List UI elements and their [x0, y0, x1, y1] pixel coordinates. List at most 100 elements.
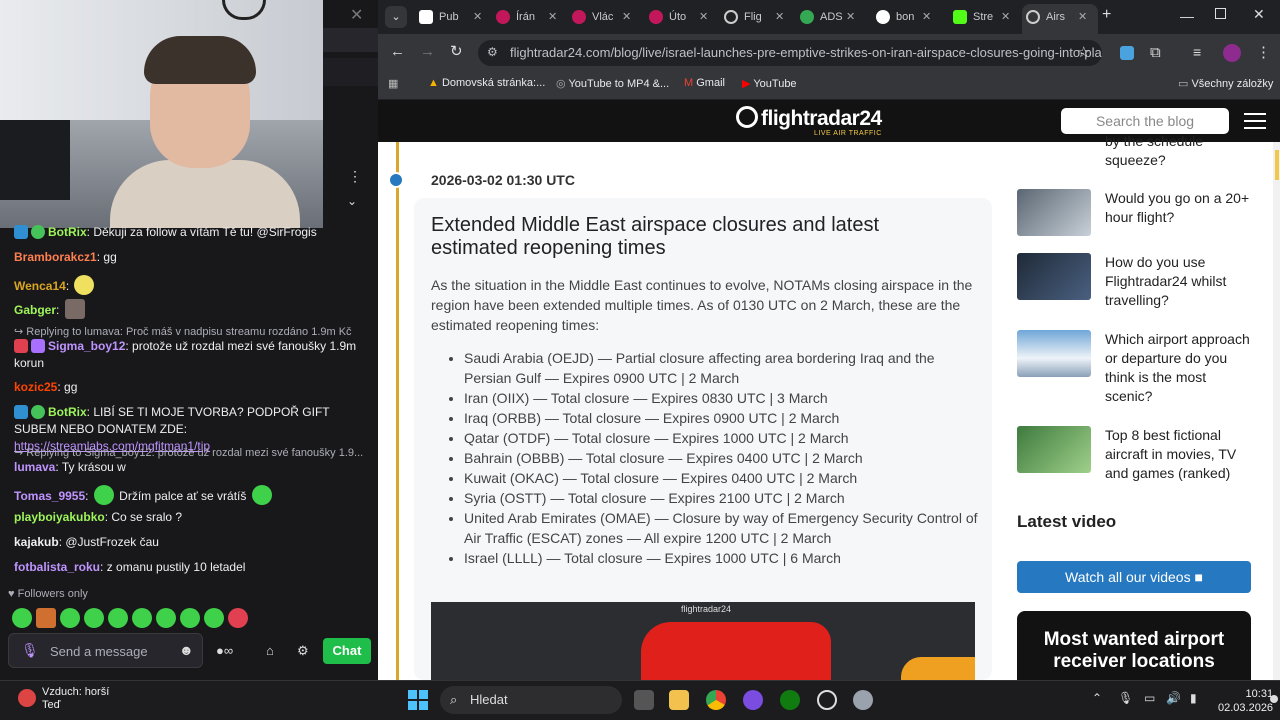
chat-message: lumava: Ty krásou w — [14, 460, 126, 474]
article-thumbnail[interactable] — [1017, 189, 1091, 236]
chat-message: kozic25: gg — [14, 380, 78, 394]
microphone-icon[interactable]: 🎙 — [1118, 691, 1133, 705]
chat-message-input[interactable]: 🎙 Send a message ☻ — [8, 633, 203, 668]
more-options-icon[interactable]: ⋮ — [348, 168, 362, 185]
address-bar[interactable]: flightradar24.com/blog/live/israel-launc… — [478, 40, 1102, 66]
minimize-icon[interactable]: — — [1180, 8, 1194, 24]
article-thumbnail[interactable] — [1017, 253, 1091, 300]
settings-icon[interactable] — [853, 690, 873, 710]
timeline-dot — [388, 172, 404, 188]
emote-icon[interactable] — [204, 608, 224, 628]
browser-tab[interactable]: Pub✕ — [415, 4, 482, 30]
sidebar-article-partial[interactable]: by the schedule squeeze? — [1105, 132, 1255, 170]
list-item: United Arab Emirates (OMAE) — Closure by… — [464, 508, 984, 548]
notification-icon[interactable] — [1270, 695, 1278, 703]
article-thumbnail[interactable] — [1017, 426, 1091, 473]
reload-icon[interactable]: ↻ — [450, 42, 463, 60]
taskbar-search[interactable]: ⌕ Hledat — [440, 686, 622, 714]
weather-widget[interactable]: Vzduch: horší Teď — [42, 686, 109, 712]
chat-send-button[interactable]: Chat — [323, 638, 371, 664]
new-tab-icon[interactable]: + — [1102, 6, 1111, 24]
chat-message: Tomas_9955: Držím palce ať se vrátíš — [14, 485, 364, 505]
browser-tab-active[interactable]: Airs ✕ — [1022, 4, 1098, 34]
store-icon[interactable]: ⌂ — [266, 643, 274, 658]
flightradar24-logo[interactable]: flightradar24 LIVE AIR TRAFFIC — [736, 104, 882, 137]
timeline-line — [396, 142, 399, 680]
chat-message: fotbalista_roku: z omanu pustily 10 leta… — [14, 560, 246, 574]
task-view-icon[interactable] — [634, 690, 654, 710]
article-thumbnail[interactable] — [1017, 330, 1091, 377]
list-item: Iraq (ORBB) — Total closure — Expires 09… — [464, 408, 984, 428]
close-tab-icon[interactable]: ✕ — [1078, 4, 1104, 30]
emote-icon[interactable] — [36, 608, 56, 628]
browser-tab[interactable]: ADS✕ — [796, 4, 855, 30]
file-explorer-icon[interactable] — [669, 690, 689, 710]
emote-icon[interactable] — [156, 608, 176, 628]
volume-icon[interactable]: 🔊 — [1166, 691, 1181, 705]
bookmark-star-icon[interactable]: ☆ — [1077, 43, 1090, 61]
microphone-icon[interactable]: 🎙 — [21, 642, 39, 659]
google-icon — [876, 10, 890, 24]
extension-icon[interactable] — [1120, 46, 1134, 60]
maximize-icon[interactable] — [1215, 8, 1226, 19]
hamburger-menu-icon[interactable] — [1244, 113, 1266, 129]
reading-list-icon[interactable]: ≡ — [1193, 44, 1201, 60]
apps-grid-icon[interactable]: ▦ — [388, 77, 398, 90]
network-icon[interactable]: ▭ — [1144, 691, 1155, 705]
stream-panel-bar — [323, 58, 378, 86]
scrollbar-thumb[interactable] — [1275, 150, 1279, 180]
browser-tab[interactable]: Flig✕ — [720, 4, 784, 30]
bookmark-item[interactable]: ▲ Domovská stránka:... — [428, 77, 545, 89]
more-options-icon[interactable]: ⋮ — [1256, 43, 1271, 61]
browser-tab[interactable]: bon✕ — [872, 4, 931, 30]
emote-icon[interactable] — [60, 608, 80, 628]
battery-icon[interactable]: ▮ — [1190, 691, 1197, 705]
list-item: Israel (LLLL) — Total closure — Expires … — [464, 548, 984, 568]
emote-icon[interactable] — [108, 608, 128, 628]
gear-icon[interactable]: ⚙ — [297, 643, 309, 659]
bookmark-item[interactable]: M Gmail — [684, 77, 725, 89]
emoji-icon[interactable]: ☻ — [179, 642, 194, 658]
list-item: Qatar (OTDF) — Total closure — Expires 1… — [464, 428, 984, 448]
extensions-puzzle-icon[interactable]: ⧉ — [1150, 44, 1161, 61]
post-intro: As the situation in the Middle East cont… — [431, 277, 973, 333]
browser-tab[interactable]: Vlác✕ — [568, 4, 631, 30]
xbox-icon[interactable] — [780, 690, 800, 710]
emote-icon[interactable] — [180, 608, 200, 628]
scrollbar[interactable] — [1273, 142, 1280, 680]
receiver-promo-banner[interactable]: Most wanted airport receiver locations — [1017, 611, 1251, 680]
chevron-up-icon[interactable]: ⌃ — [1092, 691, 1102, 705]
chat-message: Gabger: — [14, 299, 364, 319]
all-bookmarks[interactable]: ▭ Všechny záložky — [1178, 77, 1273, 90]
bookmark-item[interactable]: ◎ YouTube to MP4 &... — [556, 77, 669, 90]
browser-tab[interactable]: Írán✕ — [492, 4, 557, 30]
browser-tab[interactable]: Stre✕ — [949, 4, 1010, 30]
profile-avatar[interactable] — [1223, 44, 1241, 62]
air-quality-icon[interactable] — [18, 689, 36, 707]
emote-icon[interactable] — [132, 608, 152, 628]
chrome-icon[interactable] — [706, 690, 726, 710]
emote-icon[interactable] — [12, 608, 32, 628]
chevron-down-icon[interactable]: ⌄ — [347, 194, 357, 208]
airspace-map-image: flightradar24 — [431, 602, 975, 680]
back-icon[interactable]: ← — [390, 43, 405, 60]
obs-icon[interactable] — [817, 690, 837, 710]
channel-points-icon[interactable]: ●∞ — [216, 643, 233, 658]
forward-icon[interactable]: → — [420, 43, 435, 60]
emote-icon[interactable] — [84, 608, 104, 628]
site-info-icon[interactable]: ⚙ — [487, 45, 498, 59]
browser-tab[interactable]: Úto✕ — [645, 4, 708, 30]
close-icon[interactable]: ✕ — [350, 5, 363, 25]
close-window-icon[interactable]: ✕ — [1253, 6, 1265, 23]
app-icon[interactable] — [743, 690, 763, 710]
close-tab-icon[interactable]: ✕ — [846, 4, 855, 30]
badge-icon — [14, 405, 28, 419]
bookmark-item[interactable]: ▶ YouTube — [742, 77, 797, 90]
tab-search-icon[interactable]: ⌄ — [385, 6, 407, 28]
blog-search-input[interactable]: Search the blog — [1061, 108, 1229, 134]
taskbar-clock[interactable]: 10:31 02.03.2026 — [1218, 687, 1273, 715]
watch-videos-button[interactable]: Watch all our videos ■ — [1017, 561, 1251, 593]
windows-start-icon[interactable] — [408, 690, 428, 710]
emote-bar — [10, 608, 250, 628]
emote-icon[interactable] — [228, 608, 248, 628]
